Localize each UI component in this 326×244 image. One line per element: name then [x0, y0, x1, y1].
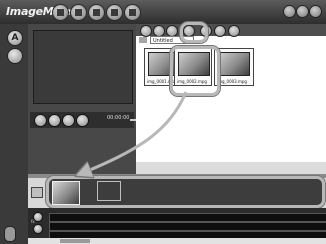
stop-button[interactable]	[34, 114, 47, 127]
web-mode-button[interactable]	[124, 4, 141, 21]
library-footer	[136, 162, 326, 174]
preview-screen	[33, 30, 133, 104]
edit-filter-button[interactable]	[228, 25, 240, 37]
selected-thumbnail-highlight	[170, 46, 220, 96]
scrollbar-thumb[interactable]	[60, 239, 90, 243]
library-toolbar	[136, 24, 326, 37]
music-filter-button[interactable]	[214, 25, 226, 37]
loop-button[interactable]	[76, 114, 89, 127]
empty-clip-slot[interactable]	[97, 181, 121, 201]
text-tool-button[interactable]: A	[7, 30, 23, 46]
disc-icon	[111, 9, 118, 16]
folder-icon	[139, 37, 147, 43]
left-tool-strip: A	[0, 24, 28, 244]
media-library	[136, 24, 326, 174]
timecode: 00:00:00	[107, 115, 130, 121]
storyboard[interactable]	[46, 176, 325, 208]
play-button[interactable]	[48, 114, 61, 127]
video-track[interactable]	[49, 213, 326, 222]
mouse-icon	[4, 226, 16, 242]
pause-button[interactable]	[62, 114, 75, 127]
remove-track-button[interactable]	[33, 224, 43, 234]
print-mode-button[interactable]	[88, 4, 105, 21]
thumbnail-image	[218, 52, 250, 76]
disc-mode-button[interactable]	[106, 4, 123, 21]
playback-controls: 00:00:00	[30, 112, 160, 128]
settings-button[interactable]	[296, 5, 309, 18]
title-bar: ImageMixer	[0, 0, 326, 24]
camera-icon	[57, 9, 64, 16]
thumbnail-label: img_0003.mpg	[217, 79, 247, 84]
audio-track[interactable]	[49, 222, 326, 231]
close-button[interactable]	[309, 5, 322, 18]
globe-icon	[129, 9, 136, 16]
capture-mode-button[interactable]	[52, 4, 69, 21]
print-icon	[93, 9, 100, 16]
thumbnail-item[interactable]: img_0003.mpg	[214, 48, 254, 86]
minus-tool-button[interactable]	[7, 48, 23, 64]
help-button[interactable]	[283, 5, 296, 18]
edit-icon	[75, 9, 82, 16]
edit-mode-button[interactable]	[70, 4, 87, 21]
storyboard-toggle[interactable]	[31, 187, 43, 198]
track-label: fx	[31, 219, 35, 224]
storyboard-clip[interactable]	[52, 181, 80, 205]
toolbar-button-highlight	[180, 22, 208, 43]
imagemixer-window: ImageMixer A 00:00:00 Untitled img_0001.…	[0, 0, 326, 244]
